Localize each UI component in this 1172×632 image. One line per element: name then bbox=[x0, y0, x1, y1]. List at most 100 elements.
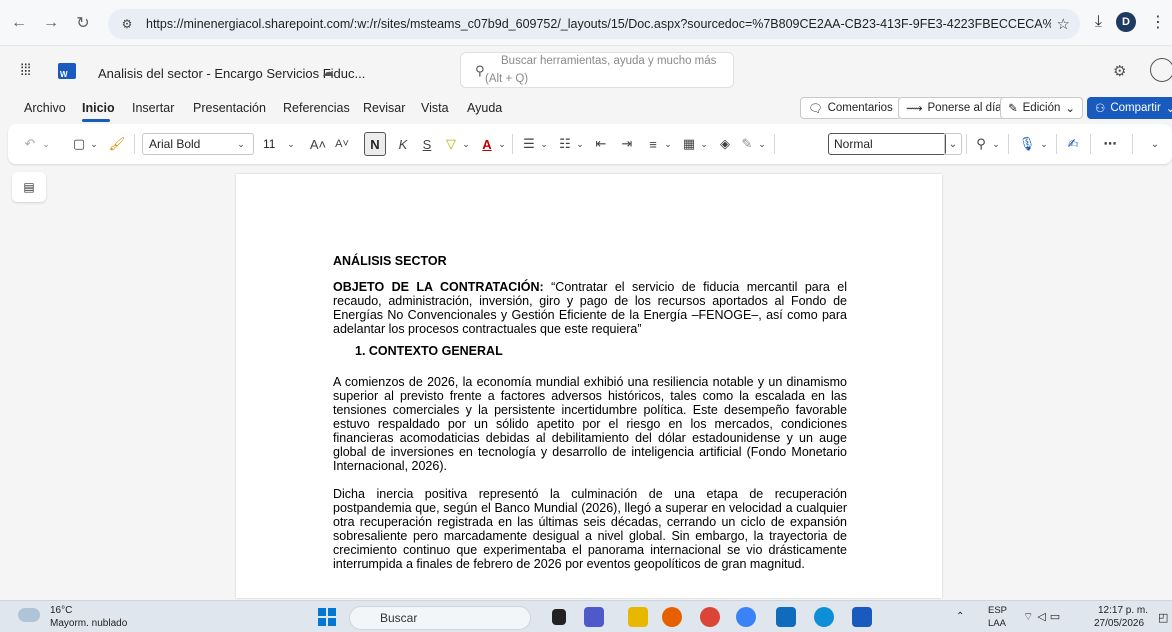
body-paragraph: Dicha inercia positiva representó la cul… bbox=[333, 487, 847, 571]
file-explorer-icon[interactable] bbox=[628, 607, 648, 627]
url-text[interactable]: https://minenergiacol.sharepoint.com/:w:… bbox=[146, 17, 1051, 31]
reload-icon[interactable]: ↻ bbox=[70, 10, 96, 36]
separator bbox=[966, 134, 967, 154]
styles-dropdown-icon[interactable]: ⌄ bbox=[756, 133, 768, 155]
browser-menu-icon[interactable]: ⋮ bbox=[1150, 12, 1166, 32]
chevron-down-icon: ⌄ bbox=[1065, 103, 1075, 115]
align-icon[interactable]: ≡ bbox=[644, 133, 662, 155]
comment-icon: 🗨 bbox=[808, 103, 823, 115]
style-dropdown-icon[interactable]: ⌄ bbox=[944, 133, 962, 155]
download-icon[interactable]: ⤓ bbox=[1095, 13, 1102, 31]
chrome-icon[interactable] bbox=[700, 607, 720, 627]
grow-font-icon[interactable]: A˄ bbox=[308, 133, 328, 155]
forward-arrow-icon[interactable]: → bbox=[38, 10, 64, 36]
firefox-icon[interactable] bbox=[662, 607, 682, 627]
search-icon: ⚲ bbox=[475, 63, 485, 78]
paste-icon[interactable]: ▢ bbox=[70, 133, 88, 155]
calendar-icon[interactable] bbox=[776, 607, 796, 627]
windows-start-icon[interactable] bbox=[318, 608, 336, 626]
tab-ayuda[interactable]: Ayuda bbox=[467, 101, 502, 115]
find-icon[interactable]: ⚲ bbox=[972, 133, 990, 155]
numbering-icon[interactable]: ☷ bbox=[556, 133, 574, 155]
tab-presentacion[interactable]: Presentación bbox=[193, 101, 266, 115]
notification-icon[interactable]: ◰ bbox=[1158, 611, 1168, 624]
share-label: Compartir bbox=[1110, 102, 1161, 114]
shading-icon[interactable]: ◈ bbox=[716, 133, 734, 155]
browser-toolbar: ← → ↻ ⚙ https://minenergiacol.sharepoint… bbox=[0, 0, 1172, 46]
taskbar-search[interactable]: Buscar bbox=[349, 606, 531, 630]
task-view-icon[interactable] bbox=[552, 609, 566, 625]
more-options-icon[interactable]: ⋯ bbox=[1098, 133, 1122, 155]
account-avatar[interactable] bbox=[1150, 58, 1172, 82]
tab-referencias[interactable]: Referencias bbox=[283, 101, 350, 115]
app-launcher-icon[interactable]: ⁞⁞⁞ bbox=[20, 62, 31, 80]
find-dropdown-icon[interactable]: ⌄ bbox=[990, 133, 1002, 155]
document-body[interactable]: ANÁLISIS SECTOR OBJETO DE LA CONTRATACIÓ… bbox=[333, 254, 847, 585]
document-page[interactable]: ANÁLISIS SECTOR OBJETO DE LA CONTRATACIÓ… bbox=[236, 174, 942, 598]
bold-button[interactable]: N bbox=[364, 132, 386, 156]
weather-description[interactable]: Mayorm. nublado bbox=[50, 618, 127, 629]
separator bbox=[774, 134, 775, 154]
bullets-icon[interactable]: ☰ bbox=[520, 133, 538, 155]
font-color-icon[interactable]: A bbox=[478, 133, 496, 155]
underline-button[interactable]: S bbox=[418, 133, 436, 155]
chevron-down-icon: ⌄ bbox=[1165, 103, 1172, 115]
comments-button[interactable]: 🗨 Comentarios bbox=[800, 97, 901, 119]
highlight-icon[interactable]: ▽ bbox=[442, 133, 460, 155]
numbering-dropdown-icon[interactable]: ⌄ bbox=[574, 133, 586, 155]
shrink-font-icon[interactable]: A˅ bbox=[332, 133, 352, 155]
copilot-icon[interactable] bbox=[736, 607, 756, 627]
input-language[interactable]: ESP bbox=[988, 605, 1007, 616]
borders-dropdown-icon[interactable]: ⌄ bbox=[698, 133, 710, 155]
align-dropdown-icon[interactable]: ⌄ bbox=[662, 133, 674, 155]
paste-dropdown-icon[interactable]: ⌄ bbox=[88, 133, 100, 155]
tab-vista[interactable]: Vista bbox=[421, 101, 449, 115]
dictate-dropdown-icon[interactable]: ⌄ bbox=[1038, 133, 1050, 155]
weather-temperature[interactable]: 16°C bbox=[50, 605, 72, 616]
settings-gear-icon[interactable]: ⚙ bbox=[1113, 62, 1126, 80]
input-layout[interactable]: LAA bbox=[988, 618, 1006, 629]
edge-icon[interactable] bbox=[814, 607, 834, 627]
address-bar[interactable]: ⚙ https://minenergiacol.sharepoint.com/:… bbox=[108, 9, 1080, 39]
bullets-dropdown-icon[interactable]: ⌄ bbox=[538, 133, 550, 155]
italic-button[interactable]: K bbox=[394, 133, 412, 155]
editing-mode-button[interactable]: ✎ Edición ⌄ bbox=[1000, 97, 1083, 119]
tab-insertar[interactable]: Insertar bbox=[132, 101, 174, 115]
tab-archivo[interactable]: Archivo bbox=[24, 101, 66, 115]
catch-up-button[interactable]: ⟿ Ponerse al día bbox=[898, 97, 1010, 119]
undo-icon[interactable]: ↶ bbox=[20, 133, 40, 155]
size-dropdown-icon[interactable]: ⌄ bbox=[284, 133, 298, 155]
font-color-dropdown-icon[interactable]: ⌄ bbox=[496, 133, 508, 155]
format-painter-icon[interactable]: 🖌 bbox=[108, 133, 126, 155]
undo-dropdown-icon[interactable]: ⌄ bbox=[40, 133, 52, 155]
tab-revisar[interactable]: Revisar bbox=[363, 101, 405, 115]
back-arrow-icon[interactable]: ← bbox=[6, 10, 32, 36]
styles-pane-icon[interactable]: ✎ bbox=[738, 133, 756, 155]
site-info-icon[interactable]: ⚙ bbox=[116, 13, 138, 35]
navigation-pane-icon[interactable]: ▤ bbox=[12, 172, 46, 202]
highlight-dropdown-icon[interactable]: ⌄ bbox=[460, 133, 472, 155]
dictate-icon[interactable]: 🎙 bbox=[1018, 133, 1036, 155]
cloud-weather-icon[interactable] bbox=[18, 608, 40, 622]
font-dropdown-icon[interactable]: ⌄ bbox=[234, 133, 248, 155]
editing-label: Edición bbox=[1022, 102, 1061, 114]
search-input[interactable]: ⚲ Buscar herramientas, ayuda y mucho más… bbox=[460, 52, 734, 88]
word-taskbar-icon[interactable] bbox=[852, 607, 872, 627]
profile-avatar[interactable]: D bbox=[1116, 12, 1136, 32]
ribbon-expand-icon[interactable]: ⌄ bbox=[1148, 133, 1162, 155]
share-button[interactable]: ⚇ Compartir ⌄ bbox=[1087, 97, 1172, 119]
decrease-indent-icon[interactable]: ⇤ bbox=[592, 133, 610, 155]
borders-icon[interactable]: ▦ bbox=[680, 133, 698, 155]
clock-date[interactable]: 27/05/2026 bbox=[1094, 618, 1144, 629]
tray-overflow-icon[interactable]: ⌃ bbox=[956, 611, 964, 622]
cloud-save-icon[interactable]: ☁ bbox=[322, 65, 334, 79]
teams-icon[interactable] bbox=[584, 607, 604, 627]
home-ribbon: ↶ ⌄ ▢ ⌄ 🖌 Arial Bold ⌄ 11 ⌄ A˄ A˅ N K S … bbox=[8, 124, 1172, 164]
paragraph-style-select[interactable]: Normal bbox=[828, 133, 946, 155]
increase-indent-icon[interactable]: ⇥ bbox=[618, 133, 636, 155]
bookmark-star-icon[interactable]: ☆ bbox=[1057, 15, 1070, 33]
clock-time[interactable]: 12:17 p. m. bbox=[1098, 605, 1148, 616]
network-volume-battery-icons[interactable]: ⌔◁▭ bbox=[1023, 610, 1064, 624]
tab-inicio[interactable]: Inicio bbox=[82, 101, 115, 115]
editor-icon[interactable]: ✍ bbox=[1064, 133, 1082, 155]
